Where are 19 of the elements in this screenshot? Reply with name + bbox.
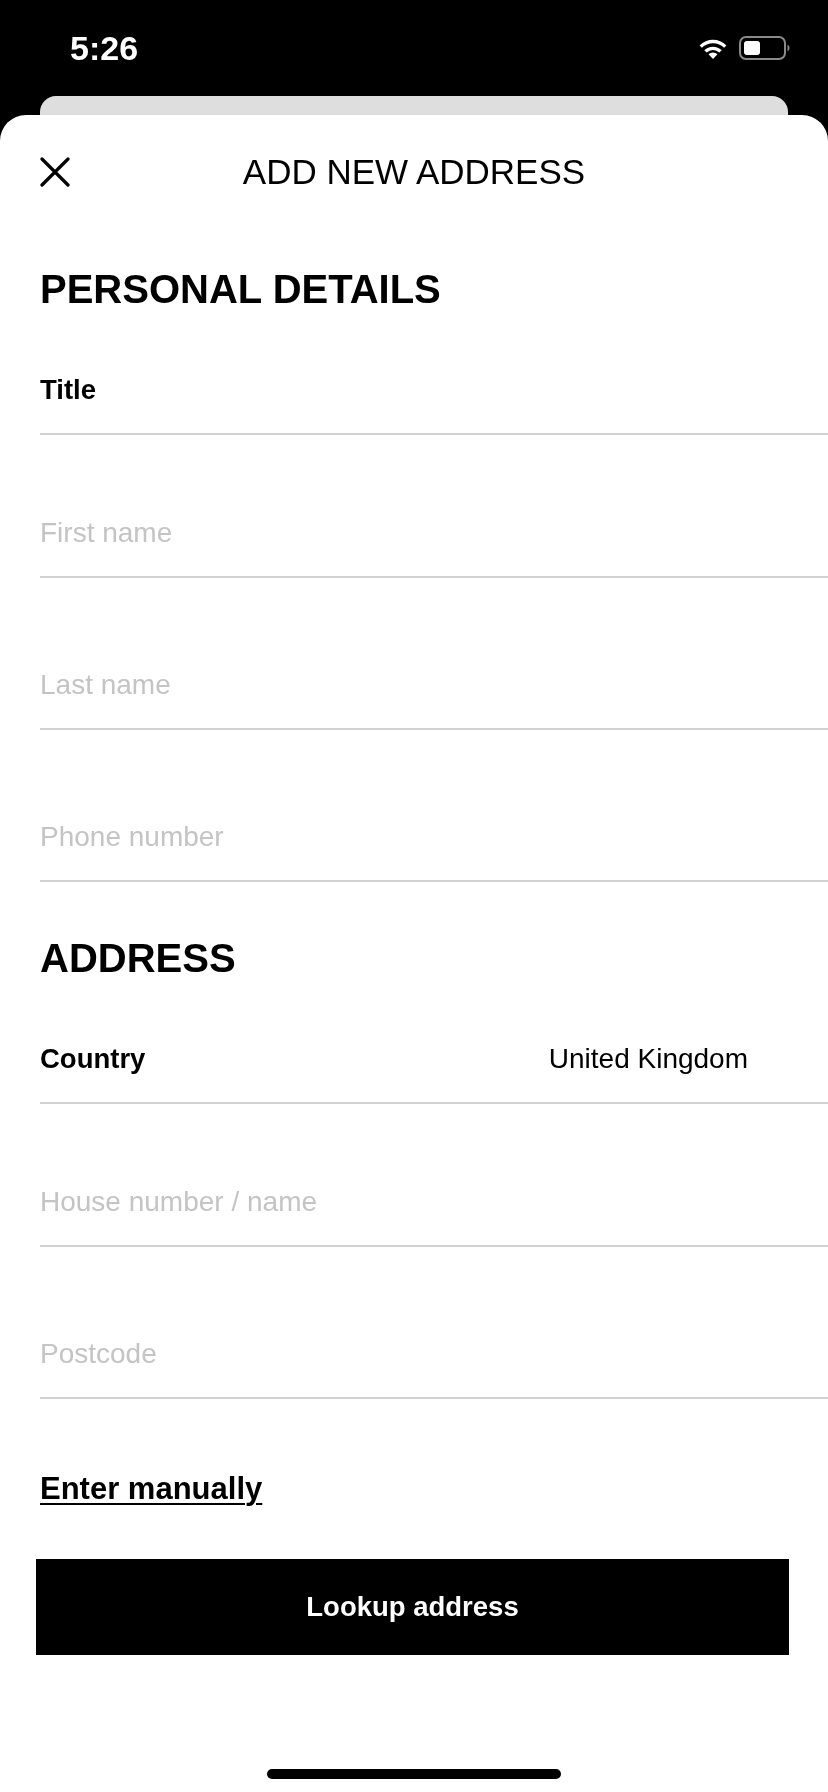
text-field[interactable]: Last name — [40, 578, 828, 730]
status-time: 5:26 — [70, 28, 140, 68]
text-field[interactable]: Postcode — [40, 1247, 828, 1399]
close-button[interactable] — [40, 157, 70, 187]
lookup-address-button[interactable]: Lookup address — [36, 1559, 789, 1655]
dropdown-field[interactable]: Title — [40, 312, 828, 435]
section-heading: ADDRESS — [40, 935, 237, 981]
battery-icon — [739, 36, 791, 60]
field-label: Country — [40, 1043, 147, 1075]
field-label: Title — [40, 374, 98, 406]
field-value: United Kingdom — [548, 1043, 748, 1075]
text-field[interactable]: House number / name — [40, 1104, 828, 1247]
sheet-title: ADD NEW ADDRESS — [242, 151, 586, 193]
text-field[interactable]: First name — [40, 435, 828, 578]
section-heading: PERSONAL DETAILS — [40, 266, 442, 312]
enter-manually-link[interactable]: Enter manually — [40, 1471, 263, 1507]
dropdown-field[interactable]: Country United Kingdom — [40, 981, 828, 1104]
close-icon — [40, 157, 70, 187]
text-field[interactable]: Phone number — [40, 730, 828, 882]
